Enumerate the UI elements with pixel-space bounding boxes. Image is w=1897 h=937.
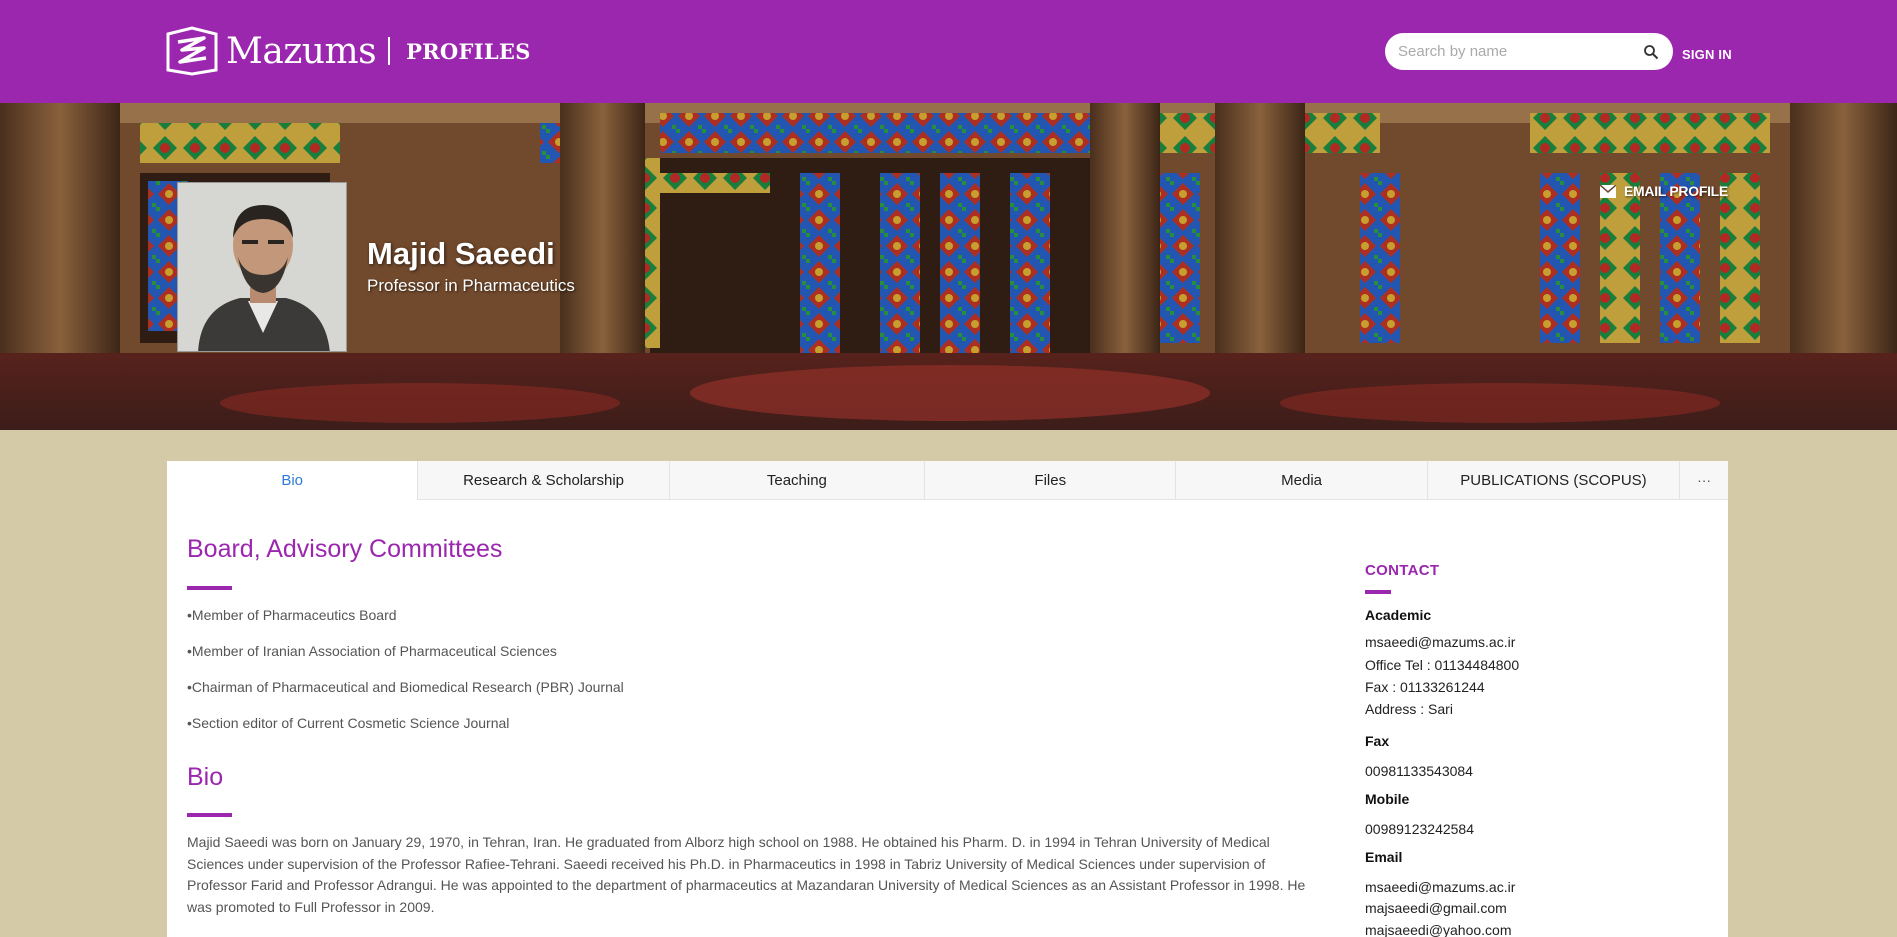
email-link[interactable]: msaeedi@mazums.ac.ir bbox=[1365, 879, 1515, 895]
mazums-logo-icon bbox=[166, 26, 218, 76]
profile-photo bbox=[177, 182, 347, 352]
address: Address : Sari bbox=[1365, 701, 1453, 717]
person-avatar-image bbox=[178, 183, 346, 351]
tab-media[interactable]: Media bbox=[1176, 461, 1428, 500]
bio-line: was promoted to Full Professor in 2009. bbox=[187, 899, 435, 916]
envelope-icon bbox=[1600, 184, 1616, 198]
bio-heading-rule bbox=[187, 813, 232, 817]
logo-divider bbox=[388, 37, 391, 65]
profile-name: Majid Saeedi bbox=[367, 236, 555, 271]
contact-heading-rule bbox=[1365, 590, 1391, 594]
office-tel: Office Tel : 01134484800 bbox=[1365, 657, 1520, 673]
tab-publications-scopus[interactable]: PUBLICATIONS (SCOPUS) bbox=[1428, 461, 1681, 500]
board-item: •Chairman of Pharmaceutical and Biomedic… bbox=[187, 679, 624, 695]
sign-in-link[interactable]: SIGN IN bbox=[1682, 47, 1732, 62]
tab-teaching[interactable]: Teaching bbox=[670, 461, 926, 500]
tab-research-scholarship[interactable]: Research & Scholarship bbox=[418, 461, 670, 500]
search-input[interactable] bbox=[1385, 33, 1635, 70]
board-heading: Board, Advisory Committees bbox=[187, 535, 503, 563]
mobile-label: Mobile bbox=[1365, 791, 1410, 807]
board-item: •Member of Pharmaceutics Board bbox=[187, 607, 397, 623]
email-link[interactable]: majsaeedi@gmail.com bbox=[1365, 900, 1507, 916]
hero-banner: Majid Saeedi Professor in Pharmaceutics … bbox=[0, 103, 1897, 430]
email-link[interactable]: majsaeedi@yahoo.com bbox=[1365, 922, 1512, 937]
bio-line: Sciences under supervision of the Profes… bbox=[187, 855, 1266, 872]
bio-line: Majid Saeedi was born on January 29, 197… bbox=[187, 834, 1270, 850]
search-box bbox=[1385, 33, 1673, 70]
office-fax: Fax : 01133261244 bbox=[1365, 679, 1485, 695]
profile-tabs: Bio Research & Scholarship Teaching File… bbox=[167, 461, 1728, 500]
academic-email-link[interactable]: msaeedi@mazums.ac.ir bbox=[1365, 634, 1515, 650]
logo-text: Mazums bbox=[226, 30, 377, 72]
section-title: PROFILES bbox=[406, 38, 531, 64]
bio-line: Professor Farid and Professor Adrangui. … bbox=[187, 877, 1306, 894]
tab-files[interactable]: Files bbox=[925, 461, 1177, 500]
mobile-number: 00989123242584 bbox=[1365, 821, 1475, 837]
bio-heading: Bio bbox=[187, 763, 224, 791]
top-header: Mazums PROFILES SIGN IN bbox=[0, 0, 1897, 103]
fax-number: 00981133543084 bbox=[1365, 763, 1473, 779]
email-profile-label: EMAIL PROFILE bbox=[1624, 183, 1728, 199]
profile-title: Professor in Pharmaceutics bbox=[367, 276, 575, 295]
board-item: •Section editor of Current Cosmetic Scie… bbox=[187, 715, 510, 731]
bio-paragraph: Majid Saeedi was born on January 29, 197… bbox=[187, 832, 1309, 919]
site-logo[interactable]: Mazums PROFILES bbox=[166, 26, 531, 76]
fax-label: Fax bbox=[1365, 733, 1390, 749]
search-icon[interactable] bbox=[1643, 44, 1659, 60]
board-heading-rule bbox=[187, 586, 232, 590]
email-label: Email bbox=[1365, 849, 1403, 865]
academic-label: Academic bbox=[1365, 607, 1432, 623]
more-tabs-button[interactable]: ··· bbox=[1680, 461, 1728, 499]
board-item: •Member of Iranian Association of Pharma… bbox=[187, 643, 557, 659]
tab-bio[interactable]: Bio bbox=[167, 461, 419, 500]
contact-heading: CONTACT bbox=[1365, 562, 1440, 579]
email-profile-button[interactable]: EMAIL PROFILE bbox=[1600, 183, 1728, 199]
